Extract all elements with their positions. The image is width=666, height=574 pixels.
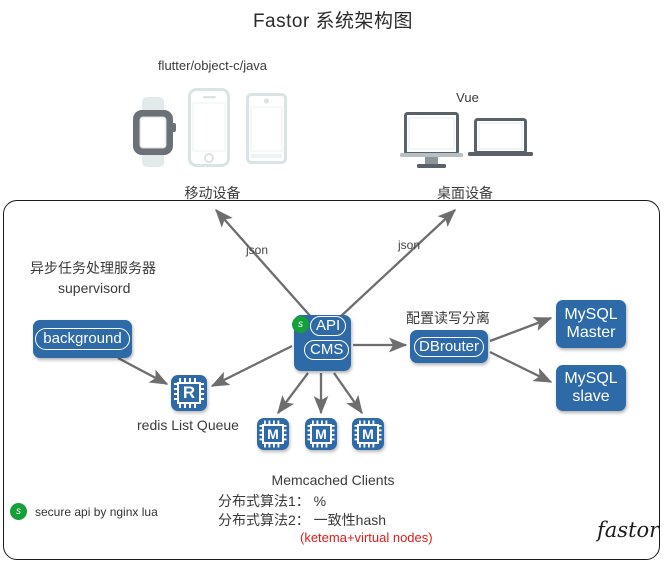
smartwatch-icon (133, 97, 176, 167)
memcached-algo1: 分布式算法1： % (218, 493, 327, 509)
edge-label-json-desktop: json (398, 238, 421, 252)
memcached-algo2: 分布式算法2： 一致性hash (218, 512, 387, 528)
mysql-slave-node[interactable]: MySQL slave (556, 365, 626, 411)
dbrouter-label: DBrouter (413, 336, 485, 357)
signature: fastor (597, 518, 660, 542)
page-title: Fastor 系统架构图 (252, 11, 414, 32)
memcached-node-2[interactable]: M (305, 418, 337, 450)
memcached-algo-note: (ketema+virtual nodes) (300, 530, 433, 545)
iphone-icon (188, 88, 230, 167)
android-phone-icon (246, 93, 287, 164)
background-worker-node[interactable]: background (33, 320, 132, 358)
chip-legs-icon (174, 378, 204, 408)
secure-api-badge-icon: s (292, 316, 309, 333)
memcached-clients-title: Memcached Clients (271, 472, 395, 488)
legend-text: secure api by nginx lua (35, 504, 158, 519)
mysql-slave-line1: MySQL (564, 370, 618, 387)
dbrouter-node[interactable]: DBrouter (410, 330, 488, 363)
mobile-tech-label: flutter/object-c/java (157, 58, 268, 73)
chip-legs-icon (259, 420, 287, 448)
chip-legs-icon (354, 420, 382, 448)
mysql-master-line2: Master (566, 324, 616, 341)
secure-api-badge-icon: s (10, 503, 27, 520)
async-server-title-en: supervisord (58, 280, 131, 296)
mysql-master-line1: MySQL (564, 306, 618, 323)
background-node-label: background (35, 328, 130, 350)
async-server-title-cn: 异步任务处理服务器 (30, 260, 156, 276)
mysql-slave-line2: slave (572, 388, 610, 405)
redis-node[interactable]: R (171, 375, 207, 411)
redis-label: redis List Queue (137, 417, 239, 433)
edge-label-json-mobile: json (246, 243, 269, 257)
api-cms-node[interactable]: s API CMS (292, 315, 351, 371)
db-section-title: 配置读写分离 (406, 310, 490, 326)
desktop-tech-label: Vue (456, 90, 479, 105)
cms-node-label: CMS (304, 340, 350, 360)
legend: s secure api by nginx lua (10, 503, 158, 520)
laptop-icon (468, 118, 533, 156)
architecture-diagram: Fastor 系统架构图 flutter/object-c/java 移动设备 … (0, 0, 666, 574)
memcached-node-3[interactable]: M (352, 418, 384, 450)
mysql-master-node[interactable]: MySQL Master (556, 300, 626, 348)
api-node-label: API (310, 316, 347, 336)
memcached-node-1[interactable]: M (257, 418, 289, 450)
desktop-monitor-icon (400, 112, 463, 168)
chip-legs-icon (307, 420, 335, 448)
